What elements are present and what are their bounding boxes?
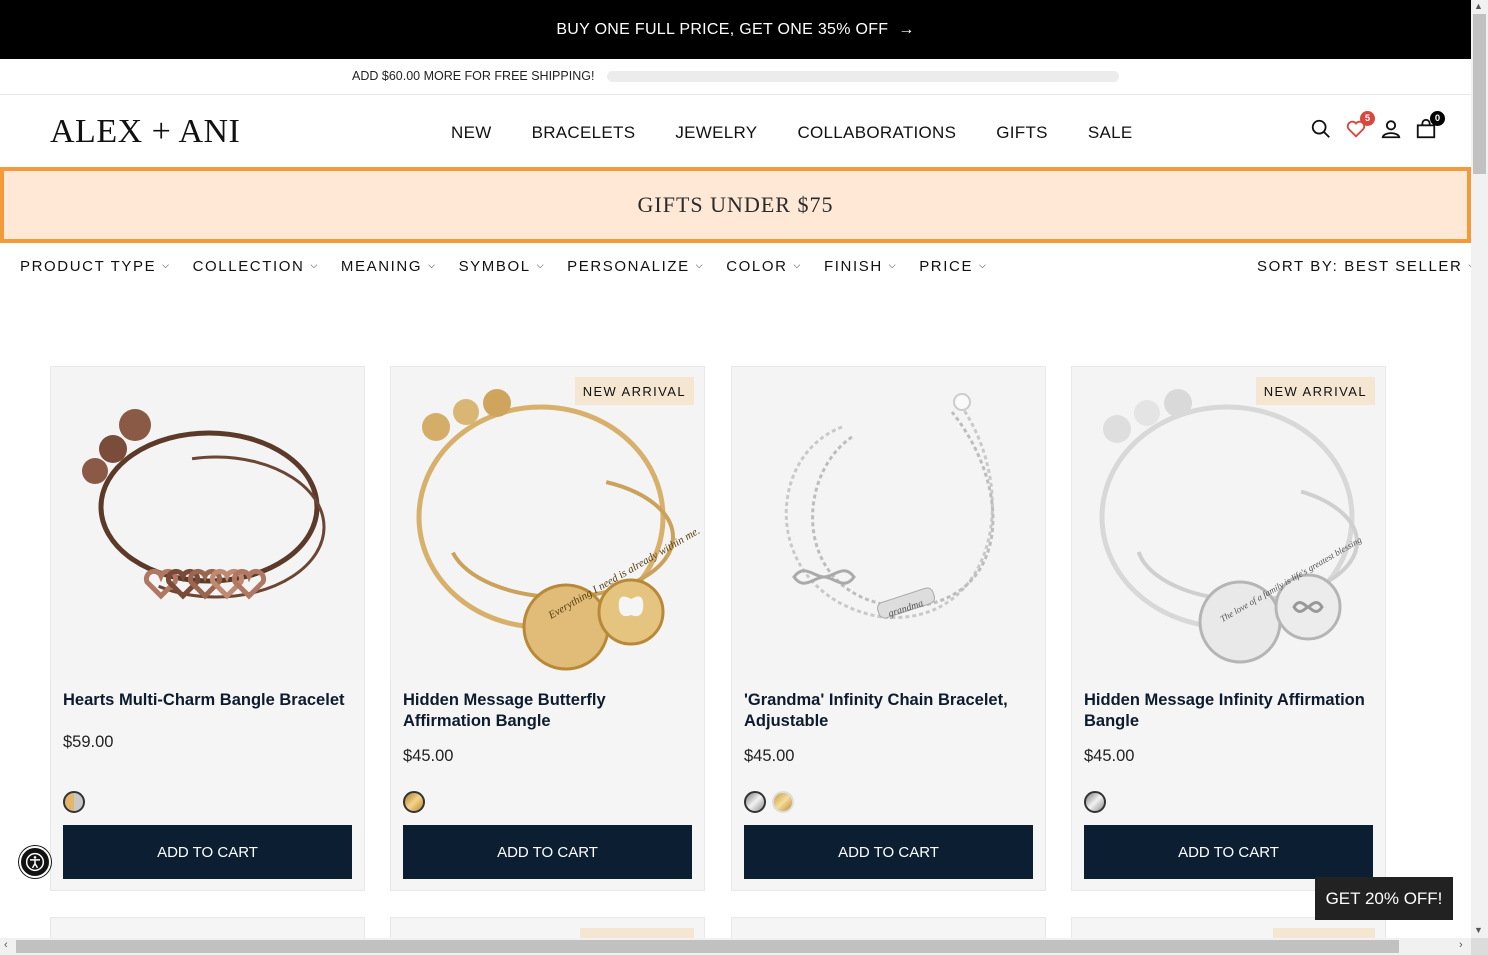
main-nav: NEW BRACELETS JEWELRY COLLABORATIONS GIF… xyxy=(451,123,1173,143)
filter-bar: PRODUCT TYPE ⌵ COLLECTION ⌵ MEANING ⌵ SYMBO… xyxy=(20,258,1009,275)
filter-symbol[interactable]: SYMBOL ⌵ xyxy=(459,258,546,275)
swatch-silver[interactable] xyxy=(1084,791,1106,813)
promo-bar[interactable]: BUY ONE FULL PRICE, GET ONE 35% OFF → xyxy=(0,0,1471,59)
sort-label: SORT BY: xyxy=(1257,258,1339,275)
gifts-banner[interactable]: GIFTS UNDER $75 xyxy=(0,167,1471,243)
product-image[interactable]: grandma xyxy=(732,367,1045,680)
chevron-down-icon: ⌵ xyxy=(888,260,898,270)
product-price: $59.00 xyxy=(63,733,114,751)
get-discount-button[interactable]: GET 20% OFF! xyxy=(1315,877,1453,920)
sort-value: BEST SELLER xyxy=(1344,258,1463,275)
filter-color[interactable]: COLOR ⌵ xyxy=(726,258,802,275)
filter-price[interactable]: PRICE ⌵ xyxy=(919,258,987,275)
product-card[interactable]: Hearts Multi-Charm Bangle Bracelet $59.0… xyxy=(50,366,365,891)
horizontal-scrollbar[interactable]: ‹ › xyxy=(0,938,1471,955)
chevron-down-icon: ⌵ xyxy=(793,260,802,270)
nav-new[interactable]: NEW xyxy=(451,123,492,143)
filter-label: MEANING xyxy=(340,258,423,275)
product-image[interactable]: The love of a family is life's greatest … xyxy=(1072,367,1385,680)
product-name[interactable]: Hidden Message Infinity Affirmation Bang… xyxy=(1084,690,1374,732)
product-card[interactable]: grandma 'Grandma' Infinity Chain Bracele… xyxy=(731,366,1046,891)
vertical-scrollbar[interactable]: ▲ ▼ xyxy=(1471,0,1488,938)
page: BUY ONE FULL PRICE, GET ONE 35% OFF → AD… xyxy=(0,0,1488,955)
sort-dropdown[interactable]: SORT BY: BEST SELLER⌵ xyxy=(1257,258,1477,275)
user-icon[interactable] xyxy=(1380,118,1402,142)
heart-icon[interactable]: 5 xyxy=(1345,111,1375,142)
nav-bracelets[interactable]: BRACELETS xyxy=(532,123,636,143)
scroll-down-icon[interactable]: ▼ xyxy=(1474,925,1483,935)
filter-label: FINISH xyxy=(823,258,883,275)
accessibility-icon[interactable] xyxy=(19,846,51,878)
color-swatches xyxy=(1084,791,1106,813)
chevron-down-icon: ⌵ xyxy=(979,260,988,270)
site-header: ALEX + ANI NEW BRACELETS JEWELRY COLLABO… xyxy=(0,96,1471,168)
new-arrival-tag: NEW ARRIVAL xyxy=(1255,377,1375,405)
color-swatches xyxy=(63,791,85,813)
nav-sale[interactable]: SALE xyxy=(1088,123,1133,143)
nav-jewelry[interactable]: JEWELRY xyxy=(675,123,757,143)
add-to-cart-button[interactable]: ADD TO CART xyxy=(1084,825,1373,879)
swatch-gold[interactable] xyxy=(772,791,794,813)
bag-icon[interactable]: 0 xyxy=(1415,111,1445,142)
product-image[interactable]: Everything I need is already within me. … xyxy=(391,367,704,680)
shipping-message: ADD $60.00 MORE FOR FREE SHIPPING! xyxy=(352,69,595,83)
header-icons: 5 0 xyxy=(1310,111,1445,142)
chevron-down-icon: ⌵ xyxy=(162,260,171,270)
banner-title: GIFTS UNDER $75 xyxy=(637,192,834,217)
wishlist-count-badge: 5 xyxy=(1360,111,1375,126)
product-image[interactable] xyxy=(51,367,364,680)
add-to-cart-button[interactable]: ADD TO CART xyxy=(63,825,352,879)
product-name[interactable]: Hidden Message Butterfly Affirmation Ban… xyxy=(403,690,693,732)
filter-label: COLLECTION xyxy=(192,258,305,275)
new-arrival-tag: NEW ARRIVAL xyxy=(574,377,694,405)
product-price: $45.00 xyxy=(403,747,454,765)
swatch-mixed[interactable] xyxy=(63,791,85,813)
scroll-up-icon[interactable]: ▲ xyxy=(1474,1,1483,11)
nav-gifts[interactable]: GIFTS xyxy=(996,123,1048,143)
filter-label: PRICE xyxy=(919,258,974,275)
scroll-thumb[interactable] xyxy=(16,940,1399,953)
product-price: $45.00 xyxy=(1084,747,1135,765)
product-card[interactable]: The love of a family is life's greatest … xyxy=(1071,366,1386,891)
scroll-thumb[interactable] xyxy=(1473,14,1486,174)
chevron-down-icon: ⌵ xyxy=(310,260,319,270)
scroll-left-icon[interactable]: ‹ xyxy=(4,939,8,951)
filter-meaning[interactable]: MEANING ⌵ xyxy=(341,258,437,275)
nav-collaborations[interactable]: COLLABORATIONS xyxy=(797,123,956,143)
swatch-gold[interactable] xyxy=(403,791,425,813)
scroll-right-icon[interactable]: › xyxy=(1459,939,1463,951)
filter-product-type[interactable]: PRODUCT TYPE ⌵ xyxy=(20,258,171,275)
shipping-bar: ADD $60.00 MORE FOR FREE SHIPPING! xyxy=(0,59,1471,95)
filter-label: COLOR xyxy=(726,258,788,275)
product-name[interactable]: 'Grandma' Infinity Chain Bracelet, Adjus… xyxy=(744,690,1034,732)
filter-label: PRODUCT TYPE xyxy=(20,258,157,275)
color-swatches xyxy=(403,791,425,813)
product-price: $45.00 xyxy=(744,747,795,765)
promo-text: BUY ONE FULL PRICE, GET ONE 35% OFF xyxy=(556,20,889,38)
chevron-down-icon: ⌵ xyxy=(695,260,705,270)
filter-finish[interactable]: FINISH ⌵ xyxy=(824,258,897,275)
add-to-cart-button[interactable]: ADD TO CART xyxy=(744,825,1033,879)
arrow-right-icon: → xyxy=(898,20,915,38)
cart-count-badge: 0 xyxy=(1430,111,1445,126)
chevron-down-icon: ⌵ xyxy=(428,260,437,270)
chevron-down-icon: ⌵ xyxy=(536,260,546,270)
filter-collection[interactable]: COLLECTION ⌵ xyxy=(193,258,319,275)
site-logo[interactable]: ALEX + ANI xyxy=(50,113,240,151)
filter-label: PERSONALIZE xyxy=(567,258,690,275)
filter-label: SYMBOL xyxy=(458,258,531,275)
add-to-cart-button[interactable]: ADD TO CART xyxy=(403,825,692,879)
swatch-silver[interactable] xyxy=(744,791,766,813)
filter-personalize[interactable]: PERSONALIZE ⌵ xyxy=(567,258,704,275)
scrollbar-corner xyxy=(1471,938,1488,955)
color-swatches xyxy=(744,791,794,813)
search-icon[interactable] xyxy=(1310,118,1332,142)
shipping-progress-track xyxy=(607,71,1119,82)
product-card[interactable]: Everything I need is already within me. … xyxy=(390,366,705,891)
product-name[interactable]: Hearts Multi-Charm Bangle Bracelet xyxy=(63,690,353,711)
